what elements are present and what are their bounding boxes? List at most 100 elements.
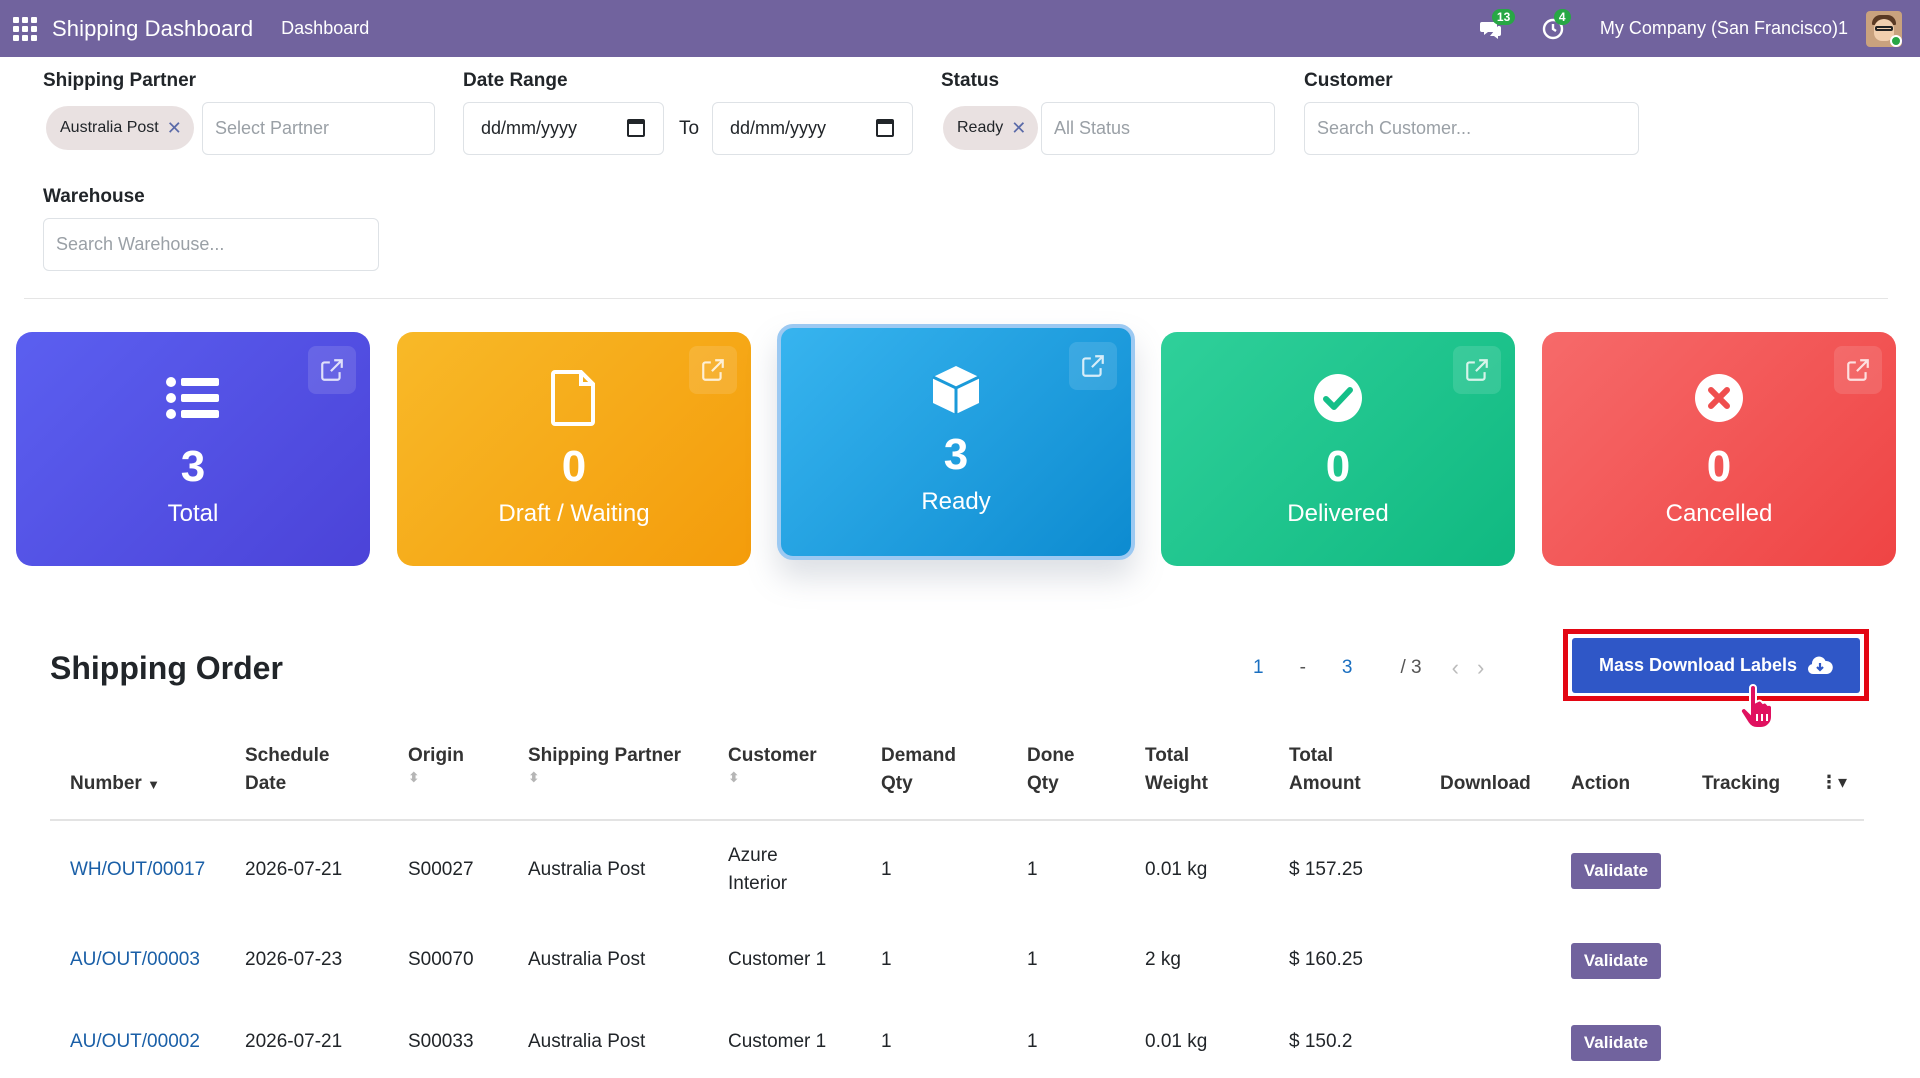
- row-done-qty: 1: [1027, 1031, 1038, 1052]
- column-total-amount[interactable]: Total Amount: [1289, 742, 1361, 798]
- remove-status-icon[interactable]: ✕: [1011, 118, 1026, 139]
- column-total-weight[interactable]: Total Weight: [1145, 742, 1208, 798]
- row-schedule-date: 2026-07-21: [245, 859, 343, 880]
- column-origin-label: Origin: [408, 745, 464, 766]
- row-total-weight: 0.01 kg: [1145, 1031, 1208, 1052]
- column-total-amount-line2: Amount: [1289, 773, 1361, 794]
- column-download[interactable]: Download: [1440, 770, 1531, 798]
- date-to-label: To: [679, 118, 700, 139]
- status-select-input[interactable]: All Status: [1041, 102, 1275, 155]
- remove-partner-icon[interactable]: ✕: [167, 118, 182, 139]
- mass-download-labels-button[interactable]: Mass Download Labels: [1572, 638, 1860, 693]
- row-total-weight: 2 kg: [1145, 949, 1181, 970]
- total-count: 3: [180, 442, 206, 491]
- row-number-link[interactable]: AU/OUT/00003: [70, 946, 200, 974]
- column-action[interactable]: Action: [1571, 770, 1630, 798]
- filters-divider: [24, 298, 1888, 299]
- partner-chip-label: Australia Post: [60, 119, 159, 136]
- pager-end[interactable]: 3: [1342, 657, 1353, 679]
- customer-search-input[interactable]: Search Customer...: [1304, 102, 1639, 155]
- column-tracking[interactable]: Tracking: [1702, 770, 1780, 798]
- calendar-icon[interactable]: [627, 119, 645, 137]
- row-customer: Customer 1: [728, 1031, 827, 1052]
- section-title: Shipping Order: [50, 650, 283, 686]
- row-customer: Customer 1: [728, 949, 827, 970]
- open-external-icon[interactable]: [1069, 342, 1117, 390]
- sort-icon[interactable]: ⬍: [408, 770, 464, 784]
- status-chip-label: Ready: [957, 119, 1004, 136]
- apps-grid-icon[interactable]: [12, 16, 38, 42]
- list-icon: [165, 370, 221, 426]
- column-customer[interactable]: Customer ⬍: [728, 742, 817, 784]
- open-external-icon[interactable]: [689, 346, 737, 394]
- row-customer-line2: Interior: [728, 873, 788, 894]
- check-circle-icon: [1310, 370, 1366, 426]
- cancelled-label: Cancelled: [1665, 500, 1773, 527]
- cancelled-card[interactable]: 0 Cancelled: [1542, 332, 1896, 566]
- open-external-icon[interactable]: [1453, 346, 1501, 394]
- row-origin: S00033: [408, 1031, 474, 1052]
- delivered-card[interactable]: 0 Delivered: [1161, 332, 1515, 566]
- validate-button[interactable]: Validate: [1571, 1025, 1661, 1061]
- pager-next-icon[interactable]: ›: [1477, 655, 1484, 681]
- user-avatar[interactable]: [1866, 10, 1902, 47]
- pager-separator: -: [1299, 657, 1306, 678]
- app-title[interactable]: Shipping Dashboard: [52, 16, 253, 42]
- top-navbar: Shipping Dashboard Dashboard 13 4 My Com…: [0, 0, 1920, 57]
- date-to-input[interactable]: dd/mm/yyyy: [712, 102, 913, 155]
- date-from-value: dd/mm/yyyy: [481, 118, 578, 138]
- column-shipping-partner[interactable]: Shipping Partner ⬍: [528, 742, 681, 784]
- pager-prev-icon[interactable]: ‹: [1452, 655, 1459, 681]
- open-external-icon[interactable]: [1834, 346, 1882, 394]
- column-demand-qty-line1: Demand: [881, 745, 956, 766]
- pager-start[interactable]: 1: [1253, 657, 1264, 679]
- column-done-qty-line2: Qty: [1027, 773, 1059, 794]
- status-label: Status: [941, 70, 1000, 91]
- row-customer-line1: Azure: [728, 845, 778, 866]
- sort-icon[interactable]: ⬍: [728, 770, 817, 784]
- company-switcher[interactable]: My Company (San Francisco)1: [1600, 18, 1848, 39]
- cancelled-count: 0: [1706, 442, 1732, 491]
- optional-columns-icon[interactable]: ⋮▾: [1820, 768, 1847, 796]
- column-number[interactable]: Number ▼: [70, 770, 160, 799]
- column-customer-label: Customer: [728, 745, 817, 766]
- status-chip: Ready ✕: [943, 106, 1039, 150]
- validate-button[interactable]: Validate: [1571, 943, 1661, 979]
- column-origin[interactable]: Origin ⬍: [408, 742, 464, 784]
- column-total-weight-line2: Weight: [1145, 773, 1208, 794]
- draft-count: 0: [561, 442, 587, 491]
- mass-download-label: Mass Download Labels: [1598, 655, 1798, 675]
- row-total-amount: $ 160.25: [1289, 949, 1363, 970]
- partner-select-input[interactable]: Select Partner: [202, 102, 435, 155]
- row-number-link[interactable]: AU/OUT/00002: [70, 1028, 200, 1056]
- row-origin: S00070: [408, 949, 474, 970]
- online-status-icon: [1890, 34, 1902, 47]
- column-done-qty-line1: Done: [1027, 745, 1075, 766]
- sort-icon[interactable]: ⬍: [528, 770, 681, 784]
- row-demand-qty: 1: [881, 949, 892, 970]
- delivered-count: 0: [1325, 442, 1351, 491]
- column-demand-qty[interactable]: Demand Qty: [881, 742, 956, 798]
- total-card[interactable]: 3 Total: [16, 332, 370, 566]
- row-number-link[interactable]: WH/OUT/00017: [70, 856, 205, 884]
- x-circle-icon: [1691, 370, 1747, 426]
- sort-desc-icon[interactable]: ▼: [147, 777, 160, 792]
- column-schedule-date-line2: Date: [245, 773, 287, 794]
- row-total-amount: $ 150.2: [1289, 1031, 1353, 1052]
- column-done-qty[interactable]: Done Qty: [1027, 742, 1075, 798]
- validate-button[interactable]: Validate: [1571, 853, 1661, 889]
- messages-button[interactable]: 13: [1476, 8, 1516, 44]
- menu-dashboard[interactable]: Dashboard: [281, 18, 369, 39]
- partner-chip: Australia Post ✕: [46, 106, 194, 150]
- navbar-right: 13 4 My Company (San Francisco)1: [1476, 0, 1920, 57]
- calendar-icon[interactable]: [876, 119, 894, 137]
- ready-card[interactable]: 3 Ready: [777, 324, 1135, 560]
- row-total-weight: 0.01 kg: [1145, 859, 1208, 880]
- draft-waiting-card[interactable]: 0 Draft / Waiting: [397, 332, 751, 566]
- open-external-icon[interactable]: [308, 346, 356, 394]
- activities-button[interactable]: 4: [1538, 8, 1571, 44]
- warehouse-search-input[interactable]: Search Warehouse...: [43, 218, 379, 271]
- row-schedule-date: 2026-07-21: [245, 1031, 343, 1052]
- column-schedule-date[interactable]: Schedule Date: [245, 742, 329, 798]
- date-from-input[interactable]: dd/mm/yyyy: [463, 102, 664, 155]
